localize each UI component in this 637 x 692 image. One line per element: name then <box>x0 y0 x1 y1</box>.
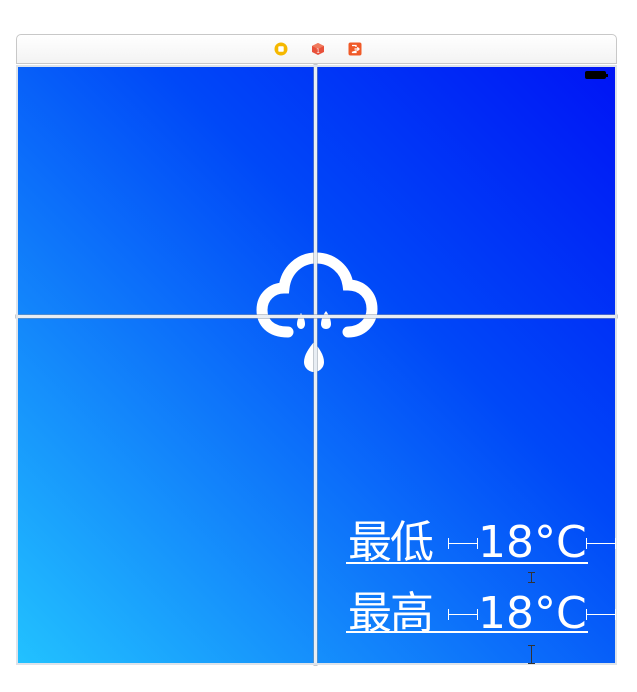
high-trailing-constraint <box>586 609 616 620</box>
bottom-spacing-constraint <box>528 645 535 664</box>
exit-icon[interactable] <box>348 42 362 56</box>
svg-text:1: 1 <box>316 48 320 55</box>
low-temp-row: 最低 18°C <box>348 517 587 568</box>
first-responder-icon[interactable]: 1 <box>311 42 325 56</box>
battery-icon <box>585 71 608 79</box>
low-temp-underline <box>346 562 588 564</box>
low-spacing-constraint <box>448 538 478 549</box>
low-temp-value: 18°C <box>478 517 587 568</box>
scene-dock: 1 <box>16 34 617 64</box>
low-trailing-constraint <box>586 538 616 549</box>
horizontal-center-guide <box>16 315 617 318</box>
high-spacing-constraint <box>448 609 478 620</box>
row-spacing-constraint <box>528 572 535 583</box>
view-controller-icon[interactable] <box>274 42 288 56</box>
vertical-center-guide <box>314 65 317 665</box>
high-temp-underline <box>346 631 588 633</box>
low-temp-label: 最低 <box>348 517 434 568</box>
